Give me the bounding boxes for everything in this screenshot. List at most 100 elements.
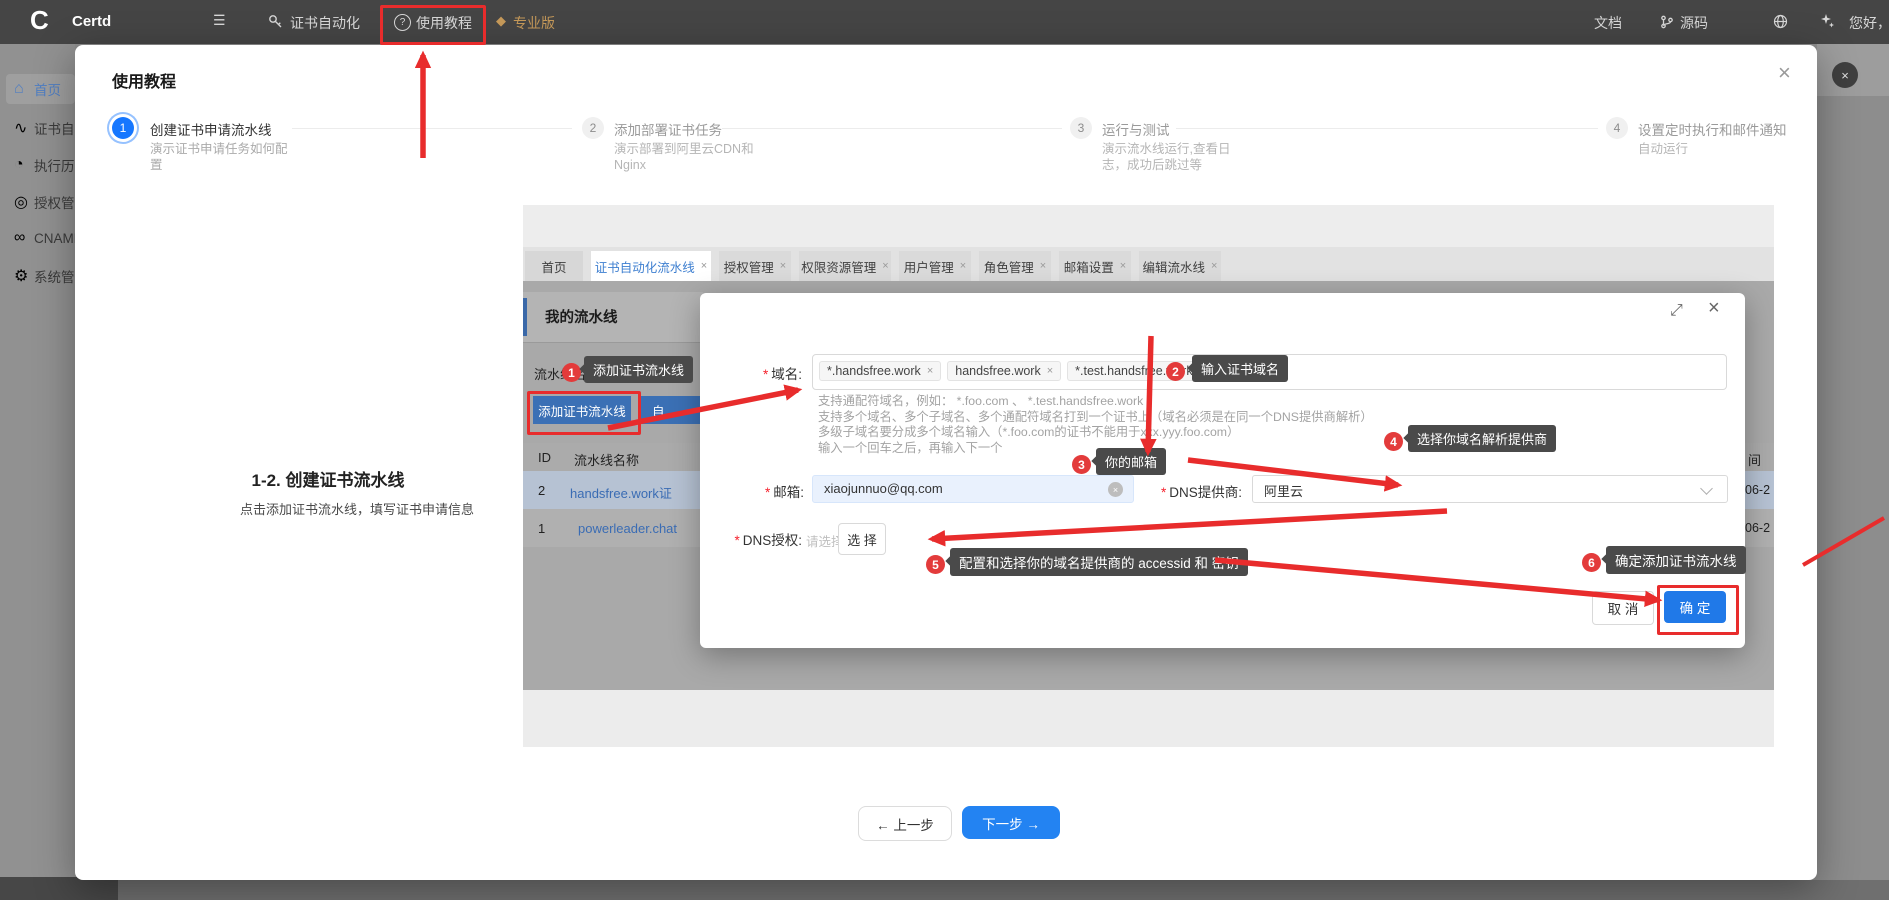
app-root: C Certd ☰ 证书自动化 ? 使用教程 ◆ 专业版 文档 源码 您好，ad…	[0, 0, 1889, 900]
shot-tab-edit: 编辑流水线×	[1139, 251, 1221, 281]
step-4-number: 4	[1606, 117, 1628, 139]
page-bottom-strip	[0, 880, 1889, 900]
prev-step-button[interactable]: ← 上一步	[858, 806, 952, 841]
annotation-tooltip-2: 输入证书域名	[1192, 355, 1288, 382]
tab-close-icon: ×	[701, 260, 707, 272]
nav-item-cert-automation: 证书自动化	[290, 13, 360, 33]
nav-item-source: 源码	[1680, 13, 1708, 33]
brand-name: Certd	[72, 13, 111, 30]
domain-tag: *.handsfree.work×	[819, 361, 941, 381]
step-2-title: 添加部署证书任务	[614, 119, 722, 139]
sidebar-item-home: ⌂ 首页	[6, 74, 75, 104]
step-4-desc: 自动运行	[1638, 141, 1688, 157]
time-cell: 06-2	[1745, 521, 1770, 535]
step-3-desc: 演示流水线运行,查看日志，成功后跳过等	[1102, 141, 1250, 173]
step-2-number: 2	[582, 117, 604, 139]
git-branch-icon	[1660, 15, 1674, 34]
cancel-button: 取 消	[1592, 591, 1654, 625]
shot-top-band	[523, 205, 1774, 247]
highlight-box-ok-button	[1657, 585, 1739, 635]
step-2-desc: 演示部署到阿里云CDN和Nginx	[614, 141, 766, 173]
time-cell: 06-2	[1745, 483, 1770, 497]
shot-tab-users: 用户管理×	[899, 251, 971, 281]
tutorial-step-heading: 1-2. 创建证书流水线	[228, 466, 428, 491]
step-1-title: 创建证书申请流水线	[150, 119, 272, 139]
shot-tab-mail: 邮箱设置×	[1059, 251, 1131, 281]
sparkles-icon	[1820, 13, 1835, 33]
shot-panel-accent-bar	[523, 298, 527, 336]
sidebar-collapse-icon: ☰	[213, 12, 226, 29]
shot-tab-perm: 权限资源管理×	[799, 251, 891, 281]
annotation-tooltip-5: 配置和选择你的域名提供商的 accessid 和 密钥	[950, 548, 1248, 576]
annotation-badge-2: 2	[1166, 362, 1185, 381]
modal-title: 使用教程	[112, 68, 176, 92]
choose-button: 选 择	[838, 523, 886, 555]
modal-close-icon[interactable]: ×	[1778, 60, 1791, 86]
globe-icon	[1773, 14, 1788, 34]
home-icon: ⌂	[14, 80, 30, 98]
highlight-box-add-button	[527, 391, 641, 435]
annotation-badge-4: 4	[1384, 432, 1403, 451]
tag-close-icon: ×	[1047, 365, 1053, 377]
step-1-desc: 演示证书申请任务如何配置	[150, 141, 290, 173]
shot-tab-roles: 角色管理×	[979, 251, 1051, 281]
nav-item-docs: 文档	[1594, 13, 1622, 33]
link-icon: ∞	[14, 229, 30, 247]
cell-id: 2	[538, 483, 545, 498]
tutorial-step-caption: 点击添加证书流水线，填写证书申请信息	[240, 499, 474, 518]
step-1-number: 1	[112, 117, 134, 139]
fullscreen-icon: ⤢	[1670, 302, 1683, 320]
annotation-badge-3: 3	[1072, 455, 1091, 474]
annotation-badge-6: 6	[1582, 553, 1601, 572]
dns-provider-select	[1252, 475, 1728, 503]
dns-provider-label: *DNS提供商:	[1142, 481, 1242, 501]
dns-provider-value: 阿里云	[1264, 481, 1303, 500]
domain-tag: handsfree.work×	[947, 361, 1061, 381]
col-name: 流水线名称	[574, 450, 639, 469]
gem-icon: ◆	[496, 13, 506, 29]
email-value: xiaojunnuo@qq.com	[824, 481, 943, 496]
tag-close-icon: ×	[927, 365, 933, 377]
step-4-title: 设置定时执行和邮件通知	[1638, 119, 1787, 139]
shot-tab-pipelines: 证书自动化流水线×	[591, 251, 711, 281]
shot-bottom-band	[523, 690, 1774, 747]
target-icon: ◎	[14, 192, 30, 212]
certd-logo-icon: C	[30, 5, 49, 36]
annotation-tooltip-3: 你的邮箱	[1096, 448, 1166, 475]
step-connector	[292, 128, 572, 129]
next-step-button[interactable]: 下一步 →	[962, 806, 1060, 839]
step-connector	[1176, 128, 1598, 129]
dialog-close-icon: ×	[1708, 297, 1720, 320]
shot-panel-title: 我的流水线	[545, 306, 618, 327]
pipeline-link: powerleader.chat	[578, 521, 702, 536]
domain-help-text: 支持通配符域名，例如： *.foo.com 、 *.test.handsfree…	[818, 394, 1373, 456]
gear-icon: ⚙	[14, 266, 30, 286]
sidebar-item-auth: ◎授权管	[14, 192, 75, 212]
email-label: *邮箱:	[718, 481, 804, 501]
col-id: ID	[538, 450, 551, 465]
clock-icon: ◔	[14, 156, 30, 174]
pipeline-link: handsfree.work证	[570, 483, 702, 502]
step-3-number: 3	[1070, 117, 1092, 139]
divider	[523, 342, 703, 343]
chart-icon: ∿	[14, 118, 30, 138]
highlight-box-tutorial	[380, 5, 486, 45]
page-bottom-corner	[0, 877, 118, 900]
annotation-tooltip-4: 选择你域名解析提供商	[1408, 425, 1556, 452]
cell-id: 1	[538, 521, 545, 536]
sidebar-item-cert: ∿证书自	[14, 118, 75, 138]
step-3-title: 运行与测试	[1102, 119, 1170, 139]
time-col-header: 间	[1748, 450, 1761, 469]
annotation-badge-1: 1	[562, 363, 581, 382]
shot-tab-auth: 授权管理×	[719, 251, 791, 281]
sidebar-item-system: ⚙系统管	[14, 266, 75, 286]
annotation-tooltip-6: 确定添加证书流水线	[1606, 546, 1746, 574]
domain-label: *域名:	[722, 363, 802, 383]
add-pipeline-dialog	[700, 293, 1745, 648]
annotation-tooltip-1: 添加证书流水线	[584, 356, 693, 383]
close-all-tabs-icon: ×	[1832, 62, 1858, 88]
sidebar-item-history: ◔执行历	[14, 155, 75, 175]
step-connector	[722, 128, 1062, 129]
clear-input-icon: ×	[1108, 482, 1123, 497]
sidebar-item-cname: ∞CNAME	[14, 229, 83, 247]
